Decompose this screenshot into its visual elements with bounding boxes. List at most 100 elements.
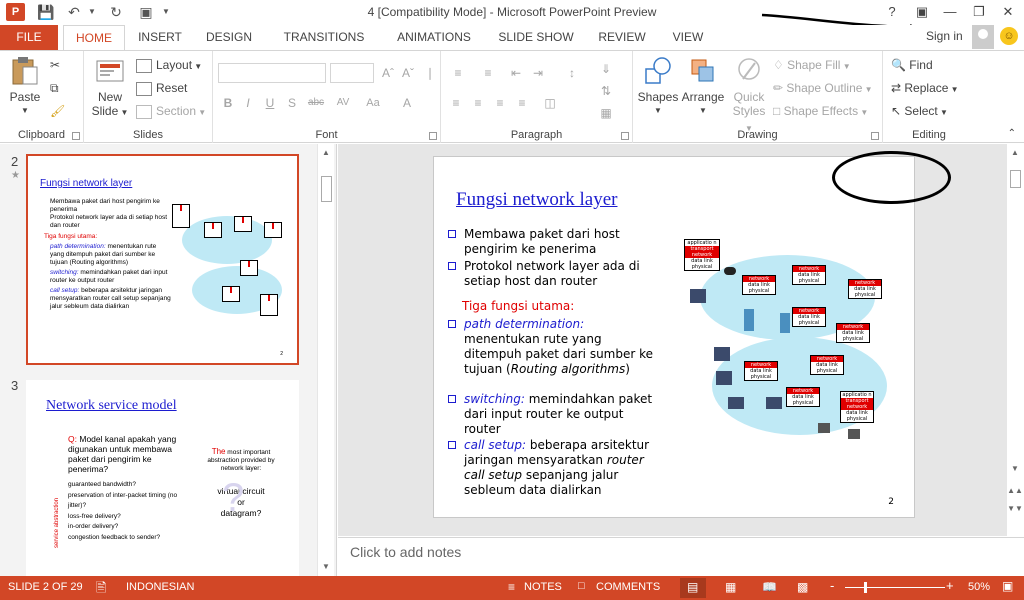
scroll-down-icon[interactable]: ▼ <box>1007 462 1023 476</box>
character-spacing-button[interactable]: AV <box>331 94 355 112</box>
thumbnails-scrollbar[interactable]: ▲ ▼ <box>317 144 334 576</box>
tab-file[interactable]: FILE <box>0 25 58 50</box>
shape-effects-button[interactable]: □ Shape Effects ▼ <box>773 101 868 121</box>
bold-button[interactable]: B <box>219 94 237 112</box>
section-button[interactable]: Section ▼ <box>136 101 206 121</box>
slide-scroll-thumb[interactable] <box>1010 170 1021 188</box>
next-slide-icon[interactable]: ▼▼ <box>1007 502 1023 516</box>
align-center-icon[interactable]: ≡ <box>469 94 487 112</box>
slide-thumbnail-2[interactable]: Fungsi network layer Membawa paket dari … <box>26 154 299 365</box>
drawing-launcher-icon[interactable] <box>871 132 879 140</box>
decrease-font-icon[interactable]: Aˇ <box>399 64 417 82</box>
strikethrough-button[interactable]: abc <box>305 94 327 112</box>
zoom-slider-thumb[interactable] <box>864 582 867 593</box>
find-button[interactable]: 🔍 Find <box>891 55 933 75</box>
bullets-icon[interactable]: ≡ <box>447 64 469 82</box>
font-size-combo[interactable] <box>330 63 374 83</box>
notes-button[interactable]: NOTES <box>524 581 562 593</box>
format-painter-icon[interactable]: 🖌 <box>50 101 65 121</box>
slide-item[interactable]: switching: memindahkan paket dari input … <box>448 392 659 437</box>
quick-styles-button[interactable]: Quick Styles ▼ <box>729 55 769 136</box>
tab-transitions[interactable]: TRANSITIONS <box>277 25 371 50</box>
increase-font-icon[interactable]: Aˆ <box>379 64 397 82</box>
change-case-button[interactable]: Aa <box>361 94 385 112</box>
slide-scrollbar[interactable]: ▲ ▼ ▲▲ ▼▼ <box>1006 144 1023 536</box>
slide-thumbnail-3[interactable]: Network service model Q: Model kanal apa… <box>26 380 299 576</box>
previous-slide-icon[interactable]: ▲▲ <box>1007 484 1023 498</box>
close-icon[interactable]: ✕ <box>996 2 1020 22</box>
clipboard-launcher-icon[interactable] <box>72 132 80 140</box>
restore-icon[interactable]: ❐ <box>967 2 991 22</box>
reset-button[interactable]: Reset <box>136 78 187 98</box>
undo-dropdown-icon[interactable]: ▼ <box>82 3 102 21</box>
smartart-icon[interactable]: ▦ <box>597 104 615 122</box>
align-right-icon[interactable]: ≡ <box>491 94 509 112</box>
slide-item[interactable]: call setup: beberapa arsitektur jaringan… <box>448 438 659 498</box>
scroll-up-icon[interactable]: ▲ <box>1007 146 1023 160</box>
shadow-button[interactable]: S <box>283 94 301 112</box>
font-launcher-icon[interactable] <box>429 132 437 140</box>
tab-animations[interactable]: ANIMATIONS <box>388 25 480 50</box>
justify-icon[interactable]: ≡ <box>513 94 531 112</box>
select-button[interactable]: ↖ Select ▼ <box>891 101 948 121</box>
undo-icon[interactable]: ↶ <box>64 3 84 21</box>
current-slide[interactable]: Fungsi network layer Membawa paket dari … <box>433 156 915 518</box>
customize-qat-icon[interactable]: ▼ <box>156 3 176 21</box>
reading-view-icon[interactable]: 📖 <box>762 580 777 594</box>
shapes-button[interactable]: Shapes ▼ <box>637 55 679 118</box>
tab-view[interactable]: VIEW <box>666 25 710 50</box>
text-direction-icon[interactable]: ⇓ <box>597 60 615 78</box>
align-text-icon[interactable]: ⇅ <box>597 82 615 100</box>
tab-design[interactable]: DESIGN <box>200 25 258 50</box>
italic-button[interactable]: I <box>239 94 257 112</box>
avatar[interactable] <box>972 25 994 49</box>
shape-outline-button[interactable]: ✏ Shape Outline ▼ <box>773 78 873 98</box>
cut-icon[interactable]: ✂ <box>50 55 60 75</box>
arrange-button[interactable]: Arrange ▼ <box>681 55 725 118</box>
fit-slide-icon[interactable]: ▣ <box>1002 579 1013 593</box>
font-color-icon[interactable]: A <box>395 94 419 112</box>
numbering-icon[interactable]: ≡ <box>477 64 499 82</box>
zoom-level[interactable]: 50% <box>968 581 990 593</box>
start-from-beginning-icon[interactable]: ▣ <box>136 3 156 21</box>
zoom-slider[interactable] <box>845 587 945 588</box>
feedback-smiley-icon[interactable]: ☺ <box>1000 27 1018 45</box>
font-family-combo[interactable] <box>218 63 326 83</box>
minimize-icon[interactable]: — <box>938 2 962 22</box>
columns-icon[interactable]: ◫ <box>541 94 559 112</box>
slide-indicator[interactable]: SLIDE 2 OF 29 <box>8 581 83 593</box>
slide-title[interactable]: Fungsi network layer <box>456 189 617 211</box>
notes-pane[interactable]: Click to add notes <box>338 537 1024 576</box>
redo-icon[interactable]: ↻ <box>106 3 126 21</box>
paste-button[interactable]: Paste ▼ <box>6 55 44 118</box>
slide-show-icon[interactable]: ▩ <box>797 580 808 594</box>
language-indicator[interactable]: INDONESIAN <box>126 581 194 593</box>
replace-button[interactable]: ⇄ Replace ▼ <box>891 78 959 98</box>
shape-fill-button[interactable]: ♢ Shape Fill ▼ <box>773 55 851 75</box>
comments-icon[interactable]: □ <box>578 580 585 592</box>
tab-home[interactable]: HOME <box>63 25 125 51</box>
increase-indent-icon[interactable]: ⇥ <box>529 64 547 82</box>
notes-placeholder[interactable]: Click to add notes <box>350 544 461 560</box>
save-icon[interactable]: 💾 <box>36 3 56 21</box>
network-diagram[interactable]: applicatio n transport network data link… <box>682 237 892 447</box>
zoom-in-button[interactable]: + <box>946 578 954 593</box>
slide-bullet[interactable]: Protokol network layer ada di setiap hos… <box>448 259 674 289</box>
spell-check-icon[interactable]: 🖹 <box>96 579 106 600</box>
new-slide-button[interactable]: New Slide ▼ <box>90 55 130 120</box>
tab-insert[interactable]: INSERT <box>131 25 189 50</box>
layout-button[interactable]: Layout ▼ <box>136 55 202 75</box>
scroll-up-icon[interactable]: ▲ <box>318 146 334 160</box>
align-left-icon[interactable]: ≡ <box>447 94 465 112</box>
zoom-out-button[interactable]: - <box>830 578 834 593</box>
slide-subtitle[interactable]: Tiga fungsi utama: <box>462 299 672 314</box>
line-spacing-icon[interactable]: ↕ <box>563 64 581 82</box>
thumbnails-scroll-thumb[interactable] <box>321 176 332 202</box>
slide-bullet[interactable]: Membawa paket dari host pengirim ke pene… <box>448 227 674 257</box>
clear-formatting-icon[interactable]: ❘ <box>421 64 439 82</box>
scroll-down-icon[interactable]: ▼ <box>318 560 334 574</box>
paragraph-launcher-icon[interactable] <box>621 132 629 140</box>
slide-sorter-icon[interactable]: ▦ <box>725 580 736 594</box>
copy-icon[interactable]: ⧉ <box>50 78 59 98</box>
comments-button[interactable]: COMMENTS <box>596 581 660 593</box>
